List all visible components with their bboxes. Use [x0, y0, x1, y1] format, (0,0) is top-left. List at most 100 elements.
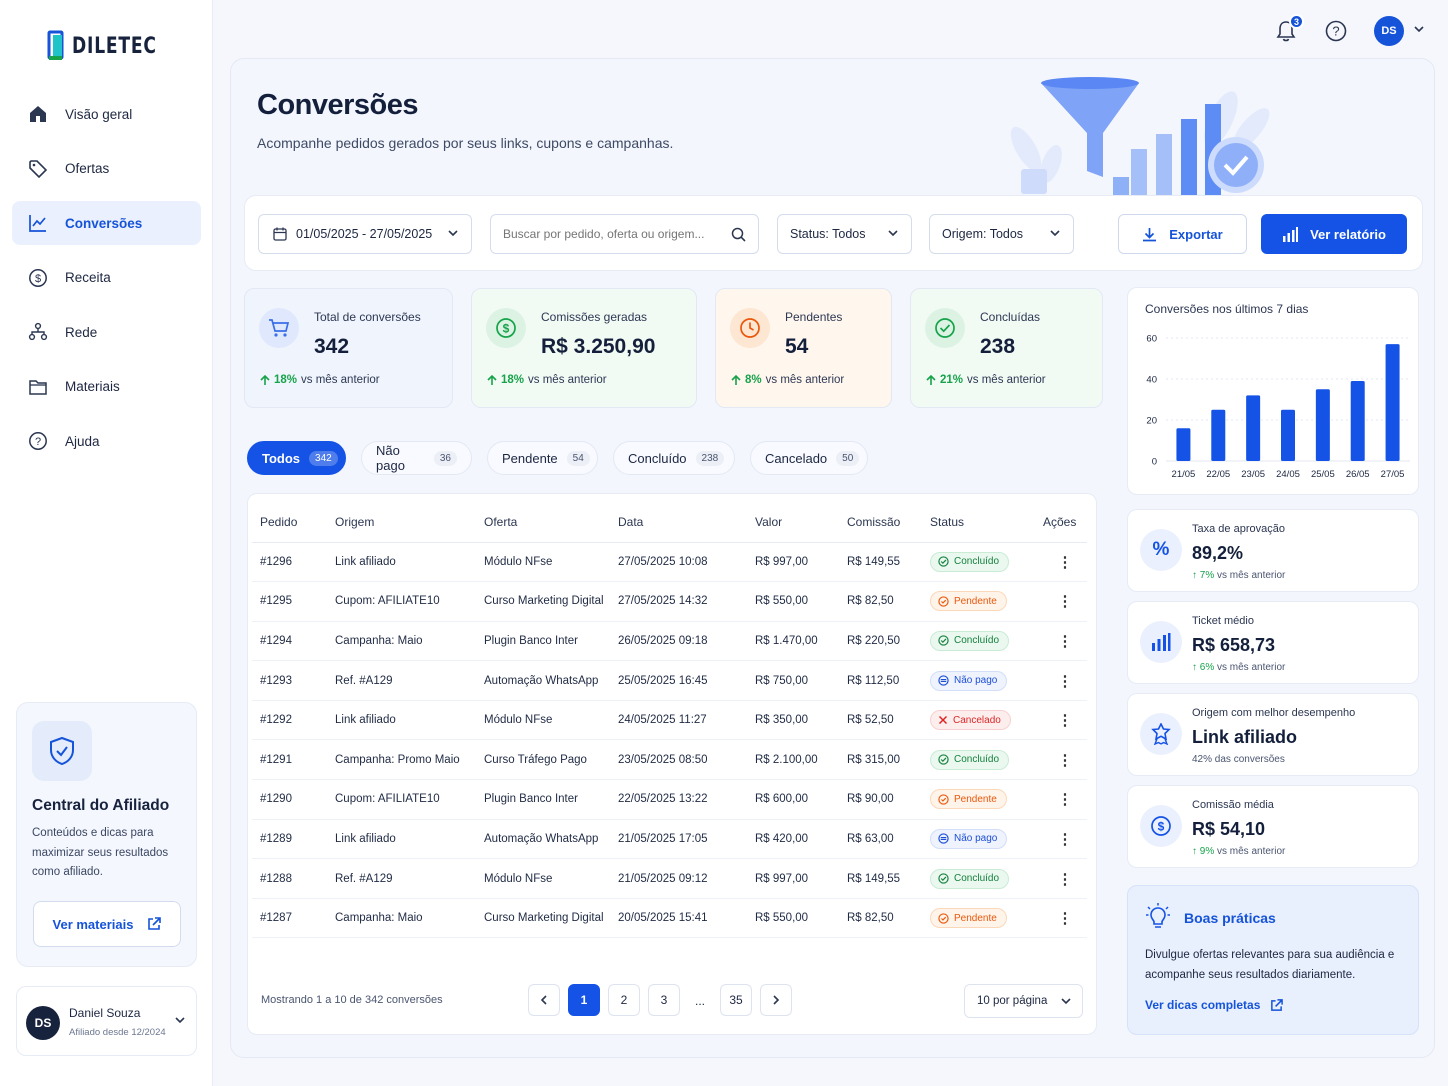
export-button[interactable]: Exportar: [1118, 214, 1247, 254]
metric-label: Comissão média: [1192, 799, 1274, 811]
tab-cancelado[interactable]: Cancelado 50: [750, 441, 868, 475]
table-cell: R$ 149,55: [839, 542, 922, 583]
row-actions-icon[interactable]: ⋮: [1035, 660, 1087, 701]
sidebar-item-visao-geral[interactable]: Visão geral: [12, 92, 201, 136]
tab-concluido[interactable]: Concluído 238: [613, 441, 735, 475]
bar-chart-icon: [1140, 621, 1182, 663]
view-materials-button[interactable]: Ver materiais: [33, 901, 181, 947]
pagination-summary: Mostrando 1 a 10 de 342 conversões: [261, 994, 443, 1006]
column-header[interactable]: Oferta: [476, 502, 610, 543]
table-cell: #1287: [252, 898, 327, 939]
chart-bar[interactable]: [1281, 409, 1295, 461]
column-header[interactable]: Valor: [747, 502, 839, 543]
sidebar-item-label: Receita: [65, 270, 111, 285]
stat-value: 342: [314, 335, 350, 358]
chart-bar[interactable]: [1350, 381, 1365, 461]
x-tick-label: 25/05: [1311, 469, 1335, 480]
table-row[interactable]: #1293 Ref. #A129 Automação WhatsApp 25/05/2…: [252, 660, 1087, 701]
chart-line-icon: [29, 215, 46, 232]
avatar[interactable]: DS: [1374, 16, 1404, 46]
table-row[interactable]: #1292 Link afiliado Módulo NFse 24/05/2025 …: [252, 700, 1087, 741]
chart-bar[interactable]: [1176, 428, 1191, 461]
column-header[interactable]: Comissão: [839, 502, 922, 543]
origin-filter-select[interactable]: Origem: Todos: [929, 214, 1074, 254]
row-actions-icon[interactable]: ⋮: [1035, 581, 1087, 622]
tab-pendente[interactable]: Pendente 54: [487, 441, 598, 475]
table-cell: Plugin Banco Inter: [476, 621, 610, 662]
table-row[interactable]: #1296 Link afiliado Módulo NFse 27/05/2025 …: [252, 542, 1087, 583]
metric-label: Origem com melhor desempenho: [1192, 707, 1356, 719]
network-icon: [28, 322, 48, 341]
sidebar-item-conversoes[interactable]: Conversões: [12, 201, 201, 245]
tab-todos[interactable]: Todos 342: [247, 441, 346, 475]
chart-bar[interactable]: [1315, 389, 1330, 461]
row-actions-icon[interactable]: ⋮: [1035, 858, 1087, 899]
table-row[interactable]: #1294 Campanha: Maio Plugin Banco Inter 26/…: [252, 621, 1087, 662]
metric-trend: ↑ 9% vs mês anterior: [1192, 846, 1286, 857]
best-practices-desc: Divulgue ofertas relevantes para sua aud…: [1145, 949, 1395, 981]
check-circle-icon: [938, 556, 949, 567]
chevron-down-icon: [888, 230, 898, 237]
chart-bar[interactable]: [1211, 409, 1226, 461]
tab-nao-pago[interactable]: Não pago 36: [361, 441, 472, 475]
sidebar-item-materiais[interactable]: Materiais: [12, 365, 201, 409]
metric-trend: ↑ 7% vs mês anterior: [1192, 570, 1286, 581]
chevron-down-icon[interactable]: [1413, 25, 1425, 33]
search-input[interactable]: [503, 227, 723, 241]
search-field[interactable]: [490, 214, 759, 254]
status-label: Não pago: [954, 833, 998, 845]
page-button[interactable]: 35: [720, 984, 752, 1016]
view-report-button[interactable]: Ver relatório: [1261, 214, 1407, 254]
page-subtitle: Acompanhe pedidos gerados por seus links…: [257, 135, 674, 151]
column-header[interactable]: Origem: [327, 502, 476, 543]
status-label: Pendente: [954, 595, 997, 607]
metric-label: Taxa de aprovação: [1192, 523, 1285, 535]
brand-logo[interactable]: DILETEC: [46, 30, 181, 62]
table-row[interactable]: #1291 Campanha: Promo Maio Curso Tráfego P…: [252, 739, 1087, 781]
date-range-picker[interactable]: 01/05/2025 - 27/05/2025: [258, 214, 472, 254]
table-row[interactable]: #1290 Cupom: AFILIATE10 Plugin Banco Inter…: [252, 779, 1087, 820]
arrow-up-icon: [487, 374, 497, 385]
table-cell: #1292: [252, 700, 327, 741]
table-row[interactable]: #1289 Link afiliado Automação WhatsApp 21/0…: [252, 819, 1087, 860]
row-actions-icon[interactable]: ⋮: [1035, 621, 1087, 662]
chart-bar[interactable]: [1246, 395, 1261, 461]
next-page-button[interactable]: [760, 984, 792, 1016]
row-actions-icon[interactable]: ⋮: [1035, 898, 1087, 939]
view-tips-link[interactable]: Ver dicas completas: [1145, 998, 1284, 1012]
row-actions-icon[interactable]: ⋮: [1035, 542, 1087, 583]
stat-card-completed: Concluídas 238 21% vs mês anterior: [910, 288, 1103, 408]
chart-bar[interactable]: [1385, 344, 1400, 461]
status-filter-select[interactable]: Status: Todos: [777, 214, 912, 254]
sidebar-item-ajuda[interactable]: ? Ajuda: [12, 419, 201, 463]
row-actions-icon[interactable]: ⋮: [1035, 700, 1087, 741]
column-header[interactable]: Status: [922, 502, 1035, 543]
row-actions-icon[interactable]: ⋮: [1035, 739, 1087, 781]
row-actions-icon[interactable]: ⋮: [1035, 819, 1087, 860]
sidebar-item-receita[interactable]: $ Receita: [12, 256, 201, 300]
pagination: 1 2 3 ... 35: [528, 984, 792, 1016]
column-header[interactable]: Pedido: [252, 502, 327, 543]
award-icon: [1140, 713, 1182, 755]
table-cell: Ref. #A129: [327, 858, 476, 899]
user-profile-card[interactable]: DS Daniel Souza Afiliado desde 12/2024: [16, 986, 197, 1056]
page-button[interactable]: 2: [608, 984, 640, 1016]
sidebar-item-rede[interactable]: Rede: [12, 310, 201, 354]
column-header[interactable]: Data: [610, 502, 747, 543]
help-circle-icon[interactable]: ?: [1325, 20, 1347, 42]
sidebar-item-ofertas[interactable]: Ofertas: [12, 147, 201, 191]
page-button[interactable]: 1: [568, 984, 600, 1016]
table-row[interactable]: #1295 Cupom: AFILIATE10 Curso Marketing Di…: [252, 581, 1087, 622]
table-row[interactable]: #1288 Ref. #A129 Módulo NFse 21/05/2025 09:…: [252, 858, 1087, 899]
home-icon: [30, 106, 46, 122]
search-icon[interactable]: [731, 227, 746, 242]
row-actions-icon[interactable]: ⋮: [1035, 779, 1087, 820]
dollar-circle-icon: $: [29, 268, 47, 287]
chevron-down-icon: [1061, 998, 1071, 1005]
table-row[interactable]: #1287 Campanha: Maio Curso Marketing Digit…: [252, 898, 1087, 939]
page-button[interactable]: 3: [648, 984, 680, 1016]
table-cell: R$ 550,00: [747, 898, 839, 939]
prev-page-button[interactable]: [528, 984, 560, 1016]
per-page-select[interactable]: 10 por página: [964, 984, 1083, 1018]
table-cell: 21/05/2025 17:05: [610, 819, 747, 860]
